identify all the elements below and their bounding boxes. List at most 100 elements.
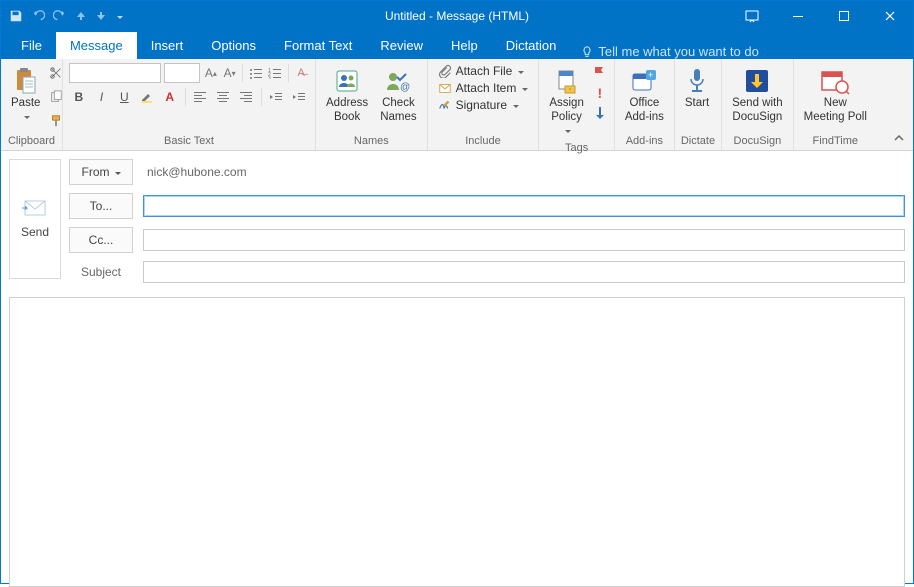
cc-button[interactable]: Cc... bbox=[69, 227, 133, 253]
from-row: From nick@hubone.com bbox=[69, 159, 905, 185]
assign-policy-button[interactable]: Assign Policy bbox=[545, 63, 588, 140]
new-meeting-poll-button[interactable]: New Meeting Poll bbox=[800, 63, 871, 127]
decrease-font-button[interactable]: A▾ bbox=[222, 63, 238, 83]
tab-help[interactable]: Help bbox=[437, 32, 492, 59]
font-color-button[interactable]: A bbox=[160, 87, 180, 107]
collapse-ribbon-button[interactable] bbox=[893, 132, 905, 144]
align-right-button[interactable] bbox=[236, 87, 256, 107]
align-left-button[interactable] bbox=[190, 87, 210, 107]
tab-message[interactable]: Message bbox=[56, 32, 137, 59]
subject-input[interactable] bbox=[143, 261, 905, 283]
ribbon-display-options-button[interactable] bbox=[729, 1, 775, 31]
group-findtime: New Meeting Poll FindTime bbox=[794, 59, 877, 150]
send-with-docusign-button[interactable]: Send with DocuSign bbox=[728, 63, 787, 127]
cc-label: Cc... bbox=[89, 233, 114, 247]
highlight-icon bbox=[140, 90, 154, 104]
send-button[interactable]: Send bbox=[9, 159, 61, 279]
signature-button[interactable]: Signature bbox=[434, 97, 533, 113]
send-icon bbox=[21, 199, 49, 217]
dictate-start-button[interactable]: Start bbox=[681, 63, 713, 113]
previous-item-icon[interactable] bbox=[75, 10, 87, 22]
to-label: To... bbox=[90, 199, 113, 213]
attach-file-button[interactable]: Attach File bbox=[434, 63, 533, 79]
align-center-button[interactable] bbox=[213, 87, 233, 107]
tab-dictation[interactable]: Dictation bbox=[492, 32, 571, 59]
high-importance-button[interactable]: ! bbox=[592, 85, 608, 101]
chevron-down-icon bbox=[563, 125, 571, 139]
check-names-button[interactable]: @ Check Names bbox=[376, 63, 420, 127]
attach-file-label: Attach File bbox=[456, 64, 513, 78]
attach-item-icon bbox=[438, 81, 452, 95]
follow-up-button[interactable] bbox=[592, 65, 608, 81]
highlight-button[interactable] bbox=[137, 87, 157, 107]
tab-file[interactable]: File bbox=[7, 32, 56, 59]
chevron-down-icon bbox=[511, 98, 519, 112]
group-tags: Assign Policy ! Tags bbox=[539, 59, 615, 150]
eraser-icon: A̶ bbox=[298, 67, 305, 79]
align-center-icon bbox=[216, 91, 230, 103]
undo-icon[interactable] bbox=[31, 9, 45, 23]
compose-header: Send From nick@hubone.com To... Cc... Su… bbox=[1, 151, 913, 283]
attach-item-button[interactable]: Attach Item bbox=[434, 80, 533, 96]
increase-indent-button[interactable] bbox=[289, 87, 309, 107]
font-size-select[interactable] bbox=[164, 63, 200, 83]
address-book-button[interactable]: Address Book bbox=[322, 63, 372, 127]
group-label-basic-text: Basic Text bbox=[69, 133, 309, 150]
group-label-clipboard: Clipboard bbox=[7, 133, 56, 150]
signature-icon bbox=[438, 98, 452, 112]
tab-options[interactable]: Options bbox=[197, 32, 270, 59]
to-input[interactable] bbox=[143, 195, 905, 217]
subject-label: Subject bbox=[69, 265, 133, 279]
bold-button[interactable]: B bbox=[69, 87, 89, 107]
tab-format-text[interactable]: Format Text bbox=[270, 32, 366, 59]
paperclip-icon bbox=[438, 64, 452, 78]
clear-formatting-button[interactable]: A̶ bbox=[293, 63, 309, 83]
group-names: Address Book @ Check Names Names bbox=[316, 59, 428, 150]
tell-me-placeholder: Tell me what you want to do bbox=[598, 44, 758, 59]
bullets-button[interactable] bbox=[248, 63, 264, 83]
tab-review[interactable]: Review bbox=[366, 32, 437, 59]
next-item-icon[interactable] bbox=[95, 10, 107, 22]
decrease-indent-button[interactable] bbox=[267, 87, 287, 107]
close-button[interactable] bbox=[867, 1, 913, 31]
save-icon[interactable] bbox=[9, 9, 23, 23]
minimize-button[interactable] bbox=[775, 1, 821, 31]
flag-icon bbox=[592, 66, 608, 80]
numbering-button[interactable]: 123 bbox=[267, 63, 283, 83]
microphone-icon bbox=[686, 65, 708, 97]
quick-access-toolbar bbox=[1, 9, 123, 23]
font-family-select[interactable] bbox=[69, 63, 161, 83]
numbering-icon: 123 bbox=[268, 67, 282, 79]
arrow-down-icon bbox=[594, 106, 606, 120]
underline-button[interactable]: U bbox=[114, 87, 134, 107]
qat-customize-icon[interactable] bbox=[115, 9, 123, 23]
addins-icon: + bbox=[630, 65, 658, 97]
paste-button[interactable]: Paste bbox=[7, 63, 44, 127]
assign-policy-label: Assign Policy bbox=[549, 97, 584, 125]
redo-icon[interactable] bbox=[53, 9, 67, 23]
low-importance-button[interactable] bbox=[592, 105, 608, 121]
group-include: Attach File Attach Item Signature Includ… bbox=[428, 59, 540, 150]
message-body[interactable] bbox=[9, 297, 905, 587]
cc-row: Cc... bbox=[69, 227, 905, 253]
chevron-up-icon bbox=[893, 132, 905, 144]
to-button[interactable]: To... bbox=[69, 193, 133, 219]
from-button[interactable]: From bbox=[69, 159, 133, 185]
increase-font-button[interactable]: A▴ bbox=[203, 63, 219, 83]
office-addins-button[interactable]: + Office Add-ins bbox=[621, 63, 668, 127]
svg-text:3: 3 bbox=[268, 76, 271, 79]
paste-label: Paste bbox=[11, 97, 40, 111]
exclamation-icon: ! bbox=[598, 85, 603, 101]
group-label-docusign: DocuSign bbox=[728, 133, 787, 150]
italic-button[interactable]: I bbox=[92, 87, 112, 107]
check-names-icon: @ bbox=[384, 65, 412, 97]
to-row: To... bbox=[69, 193, 905, 219]
check-names-label: Check Names bbox=[380, 97, 416, 125]
maximize-button[interactable] bbox=[821, 1, 867, 31]
tell-me-search[interactable]: Tell me what you want to do bbox=[570, 44, 758, 59]
align-left-icon bbox=[193, 91, 207, 103]
cc-input[interactable] bbox=[143, 229, 905, 251]
tab-insert[interactable]: Insert bbox=[137, 32, 198, 59]
svg-text:+: + bbox=[648, 70, 653, 80]
group-label-names: Names bbox=[322, 133, 421, 150]
